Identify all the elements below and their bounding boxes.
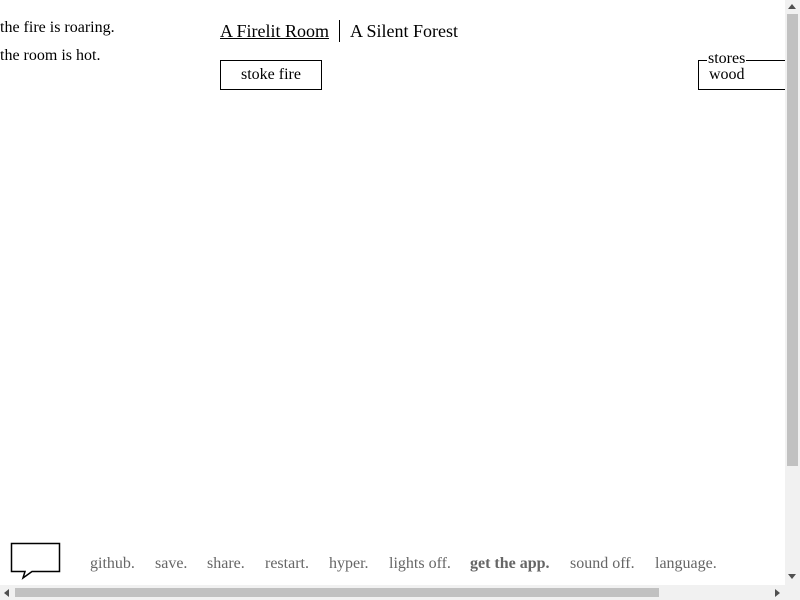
tab-firelit-room[interactable]: A Firelit Room [220, 21, 339, 41]
horizontal-scrollbar[interactable] [0, 585, 785, 600]
scrollbar-corner [785, 585, 800, 600]
header-divider [339, 20, 341, 42]
footer-link-get-app[interactable]: get the app. [470, 554, 550, 574]
location-header: A Firelit Room A Silent Forest [220, 20, 468, 42]
scroll-left-arrow-icon[interactable] [4, 589, 9, 597]
tab-silent-forest[interactable]: A Silent Forest [350, 21, 468, 41]
notification: the room is hot. [0, 47, 101, 64]
store-name: wood [709, 66, 745, 83]
footer-link-github[interactable]: github. [90, 554, 135, 574]
stores-panel: stores wood [698, 50, 785, 90]
vertical-scrollbar[interactable] [785, 0, 800, 585]
footer-menu: github. save. share. restart. hyper. lig… [0, 540, 785, 580]
footer-link-save[interactable]: save. [155, 554, 187, 574]
store-row-wood: wood [709, 67, 745, 83]
footer-link-hyper[interactable]: hyper. [329, 554, 369, 574]
footer-link-restart[interactable]: restart. [265, 554, 309, 574]
footer-link-sound-off[interactable]: sound off. [570, 554, 635, 574]
notifications-panel: the fire is roaring. the room is hot. [0, 18, 200, 74]
horizontal-scrollbar-thumb[interactable] [15, 588, 659, 597]
scroll-right-arrow-icon[interactable] [775, 589, 780, 597]
scroll-down-arrow-icon[interactable] [788, 574, 796, 579]
notification: the fire is roaring. [0, 19, 115, 36]
game-viewport: the fire is roaring. the room is hot. A … [0, 0, 785, 585]
scroll-up-arrow-icon[interactable] [788, 4, 796, 9]
stoke-fire-button[interactable]: stoke fire [220, 60, 322, 90]
vertical-scrollbar-thumb[interactable] [787, 14, 798, 466]
footer-link-share[interactable]: share. [207, 554, 245, 574]
footer-link-language[interactable]: language. [655, 554, 717, 574]
footer-link-lights-off[interactable]: lights off. [389, 554, 451, 574]
speech-bubble-icon[interactable] [10, 542, 62, 580]
